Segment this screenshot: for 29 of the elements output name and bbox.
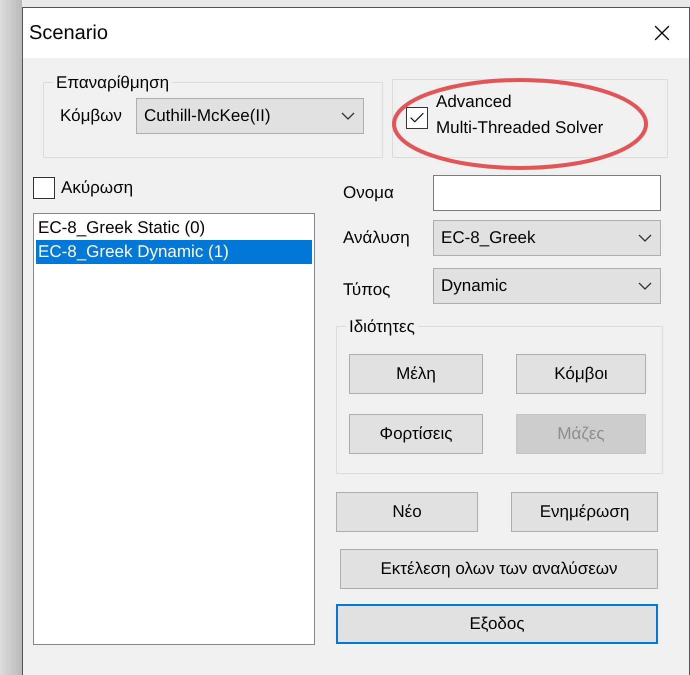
dialog-button[interactable]: Μέλη (349, 354, 483, 394)
field-label: Τύπος (342, 279, 392, 302)
field-label: Ανάλυση (342, 227, 411, 250)
dropdown-value: Cuthill-McKee(II) (144, 104, 271, 127)
list-item[interactable]: EC-8_Greek Dynamic (1) (36, 240, 312, 264)
dialog-button[interactable]: Κόμβοι (516, 354, 646, 394)
checkbox[interactable] (406, 107, 428, 129)
chevron-down-icon (638, 234, 652, 242)
chevron-down-icon (638, 282, 652, 290)
name-field[interactable] (433, 175, 661, 211)
field-label: Κόμβων (60, 104, 122, 127)
dialog-button[interactable]: Εξοδος (336, 604, 658, 644)
dropdown-value: Dynamic (441, 275, 508, 298)
chevron-down-icon (340, 112, 355, 120)
dropdown[interactable]: Cuthill-McKee(II) (136, 98, 364, 134)
dialog-button[interactable]: Νέο (336, 492, 478, 532)
checkbox[interactable] (33, 177, 55, 199)
group-title: Ιδιότητες (348, 316, 416, 338)
list-item[interactable]: EC-8_Greek Static (0) (36, 216, 312, 240)
dropdown[interactable]: EC-8_Greek (433, 220, 661, 256)
dropdown[interactable]: Dynamic (433, 268, 661, 304)
dialog-button[interactable]: Ενημέρωση (511, 492, 658, 532)
dialog-button[interactable]: Εκτέλεση ολων των αναλύσεων (340, 549, 658, 589)
dropdown-value: EC-8_Greek (441, 227, 536, 250)
field-label: Ονομα (342, 182, 395, 204)
window-title: Scenario (29, 21, 108, 46)
checkbox-label[interactable]: Ακύρωση (61, 175, 134, 201)
group-title: Επαναρίθμηση (55, 72, 170, 94)
dialog-button[interactable]: Φορτίσεις (349, 414, 483, 454)
